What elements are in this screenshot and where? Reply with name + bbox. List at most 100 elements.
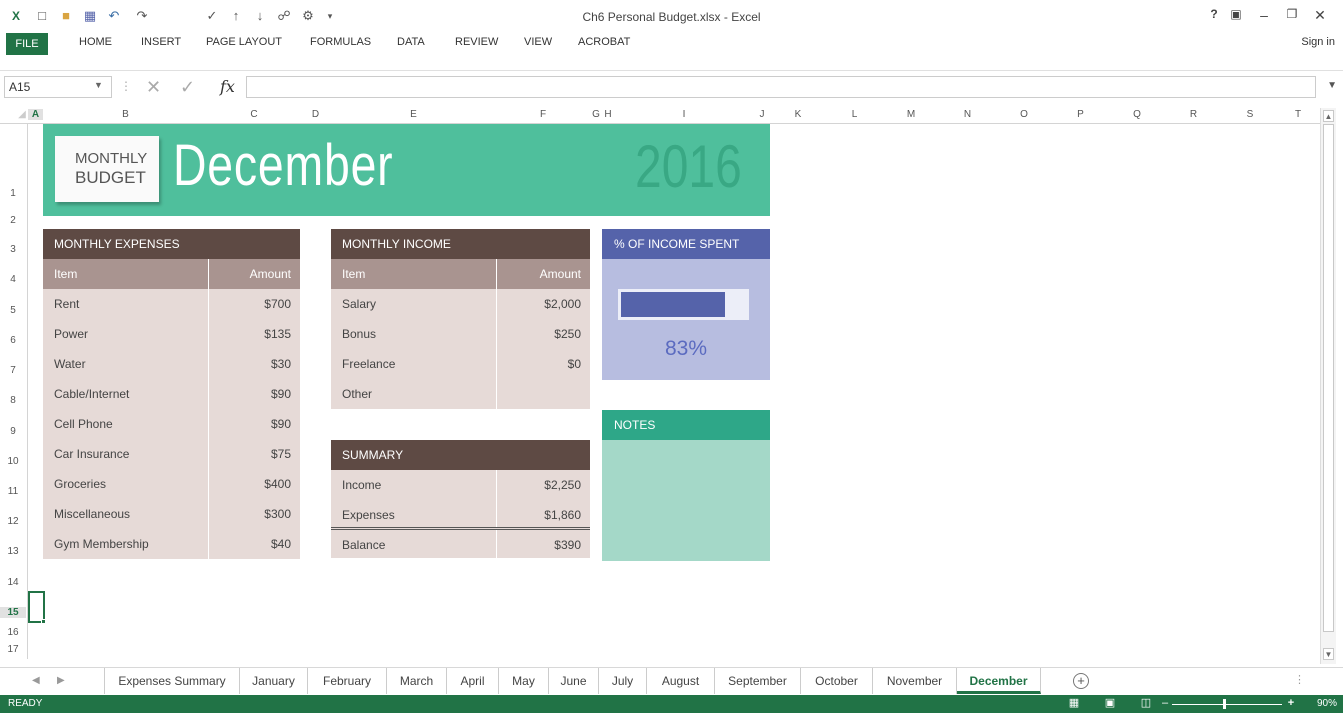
sheet-tab-september[interactable]: September	[715, 668, 801, 694]
notes-panel[interactable]: NOTES	[602, 410, 770, 561]
tab-acrobat[interactable]: ACROBAT	[578, 36, 630, 48]
sheet-tab-october[interactable]: October	[801, 668, 873, 694]
tab-review[interactable]: REVIEW	[455, 36, 498, 48]
row-header-14[interactable]: 14	[0, 577, 26, 588]
sheet-tab-february[interactable]: February	[308, 668, 387, 694]
zoom-slider-thumb[interactable]	[1223, 699, 1226, 709]
expense-row[interactable]: Gym Membership $40	[43, 529, 300, 559]
sheet-tab-march[interactable]: March	[387, 668, 447, 694]
ribbon-display-options-icon[interactable]: ▣	[1226, 7, 1246, 21]
tab-home[interactable]: HOME	[79, 36, 112, 48]
expense-row[interactable]: Car Insurance $75	[43, 439, 300, 469]
row-header-6[interactable]: 6	[0, 335, 26, 346]
tab-insert[interactable]: INSERT	[141, 36, 181, 48]
column-header-c[interactable]: C	[208, 109, 300, 120]
tab-formulas[interactable]: FORMULAS	[310, 36, 371, 48]
column-header-t[interactable]: T	[1278, 109, 1318, 120]
sign-in-link[interactable]: Sign in	[1301, 36, 1335, 48]
row-header-13[interactable]: 13	[0, 546, 26, 557]
column-header-i[interactable]: I	[614, 109, 754, 120]
row-header-4[interactable]: 4	[0, 274, 26, 285]
sheet-tab-july[interactable]: July	[599, 668, 647, 694]
sheet-tab-january[interactable]: January	[240, 668, 308, 694]
formula-input[interactable]	[246, 76, 1316, 98]
row-header-5[interactable]: 5	[0, 305, 26, 316]
expense-row[interactable]: Miscellaneous $300	[43, 499, 300, 529]
summary-row[interactable]: Expenses $1,860	[331, 500, 590, 530]
normal-view-icon[interactable]: ▦	[1067, 697, 1081, 710]
column-header-m[interactable]: M	[883, 109, 939, 120]
row-header-16[interactable]: 16	[0, 627, 26, 638]
zoom-out-icon[interactable]: –	[1158, 697, 1172, 710]
income-row[interactable]: Other	[331, 379, 590, 409]
expense-row[interactable]: Groceries $400	[43, 469, 300, 499]
column-header-g[interactable]: G	[590, 109, 602, 120]
page-break-preview-icon[interactable]: ◫	[1139, 697, 1153, 710]
tab-data[interactable]: DATA	[397, 36, 425, 48]
select-all-corner-icon[interactable]: ◢	[16, 109, 28, 120]
scroll-up-icon[interactable]: ▲	[1323, 110, 1334, 122]
scrollbar-thumb[interactable]	[1323, 124, 1334, 632]
column-header-h[interactable]: H	[602, 109, 614, 120]
column-header-d[interactable]: D	[300, 109, 331, 120]
summary-row[interactable]: Income $2,250	[331, 470, 590, 500]
income-row[interactable]: Freelance $0	[331, 349, 590, 379]
expand-formula-bar-icon[interactable]: ▼	[1327, 80, 1337, 91]
sheet-tab-december[interactable]: December	[957, 668, 1041, 694]
column-header-a[interactable]: A	[28, 109, 43, 120]
column-header-n[interactable]: N	[939, 109, 996, 120]
row-header-11[interactable]: 11	[0, 486, 26, 497]
expense-row[interactable]: Cable/Internet $90	[43, 379, 300, 409]
row-header-3[interactable]: 3	[0, 244, 26, 255]
column-header-j[interactable]: J	[754, 109, 770, 120]
tab-view[interactable]: VIEW	[524, 36, 552, 48]
minimize-button[interactable]: –	[1254, 7, 1274, 23]
expense-row[interactable]: Rent $700	[43, 289, 300, 319]
column-header-f[interactable]: F	[496, 109, 590, 120]
tab-file[interactable]: FILE	[6, 33, 48, 55]
row-header-17[interactable]: 17	[0, 644, 26, 655]
column-header-b[interactable]: B	[43, 109, 208, 120]
tab-bar-splitter-icon[interactable]: ⋮	[1294, 673, 1305, 686]
page-layout-view-icon[interactable]: ▣	[1103, 697, 1117, 710]
income-row[interactable]: Bonus $250	[331, 319, 590, 349]
confirm-entry-icon[interactable]: ✓	[180, 77, 195, 98]
column-header-k[interactable]: K	[770, 109, 826, 120]
column-header-o[interactable]: O	[996, 109, 1052, 120]
previous-sheet-icon[interactable]: ◀	[32, 675, 40, 686]
expense-row[interactable]: Power $135	[43, 319, 300, 349]
vertical-scrollbar[interactable]: ▲ ▼	[1320, 108, 1336, 664]
column-header-r[interactable]: R	[1165, 109, 1222, 120]
next-sheet-icon[interactable]: ▶	[57, 675, 65, 686]
sheet-tab-august[interactable]: August	[647, 668, 715, 694]
insert-function-button[interactable]: fx	[220, 77, 235, 96]
fill-handle[interactable]	[41, 619, 46, 624]
row-header-2[interactable]: 2	[0, 215, 26, 226]
help-button[interactable]: ?	[1204, 7, 1224, 21]
tab-page-layout[interactable]: PAGE LAYOUT	[206, 36, 282, 48]
row-header-1[interactable]: 1	[0, 188, 26, 199]
row-header-12[interactable]: 12	[0, 516, 26, 527]
cancel-entry-icon[interactable]: ✕	[146, 77, 161, 98]
expense-row[interactable]: Cell Phone $90	[43, 409, 300, 439]
name-box-dropdown-icon[interactable]: ▼	[94, 80, 103, 90]
restore-button[interactable]: ❐	[1282, 7, 1302, 21]
close-button[interactable]: ✕	[1310, 7, 1330, 24]
zoom-level[interactable]: 90%	[1317, 698, 1337, 709]
summary-row[interactable]: Balance $390	[331, 530, 590, 558]
scroll-down-icon[interactable]: ▼	[1323, 648, 1334, 660]
zoom-in-icon[interactable]: +	[1284, 697, 1298, 710]
row-header-9[interactable]: 9	[0, 426, 26, 437]
expense-row[interactable]: Water $30	[43, 349, 300, 379]
column-header-p[interactable]: P	[1052, 109, 1109, 120]
sheet-tab-april[interactable]: April	[447, 668, 499, 694]
row-header-15[interactable]: 15	[0, 607, 26, 618]
row-header-8[interactable]: 8	[0, 395, 26, 406]
sheet-tab-may[interactable]: May	[499, 668, 549, 694]
zoom-slider[interactable]	[1172, 704, 1282, 705]
row-header-10[interactable]: 10	[0, 456, 26, 467]
sheet-tab-expenses-summary[interactable]: Expenses Summary	[104, 668, 240, 694]
income-row[interactable]: Salary $2,000	[331, 289, 590, 319]
column-header-l[interactable]: L	[826, 109, 883, 120]
column-header-q[interactable]: Q	[1109, 109, 1165, 120]
